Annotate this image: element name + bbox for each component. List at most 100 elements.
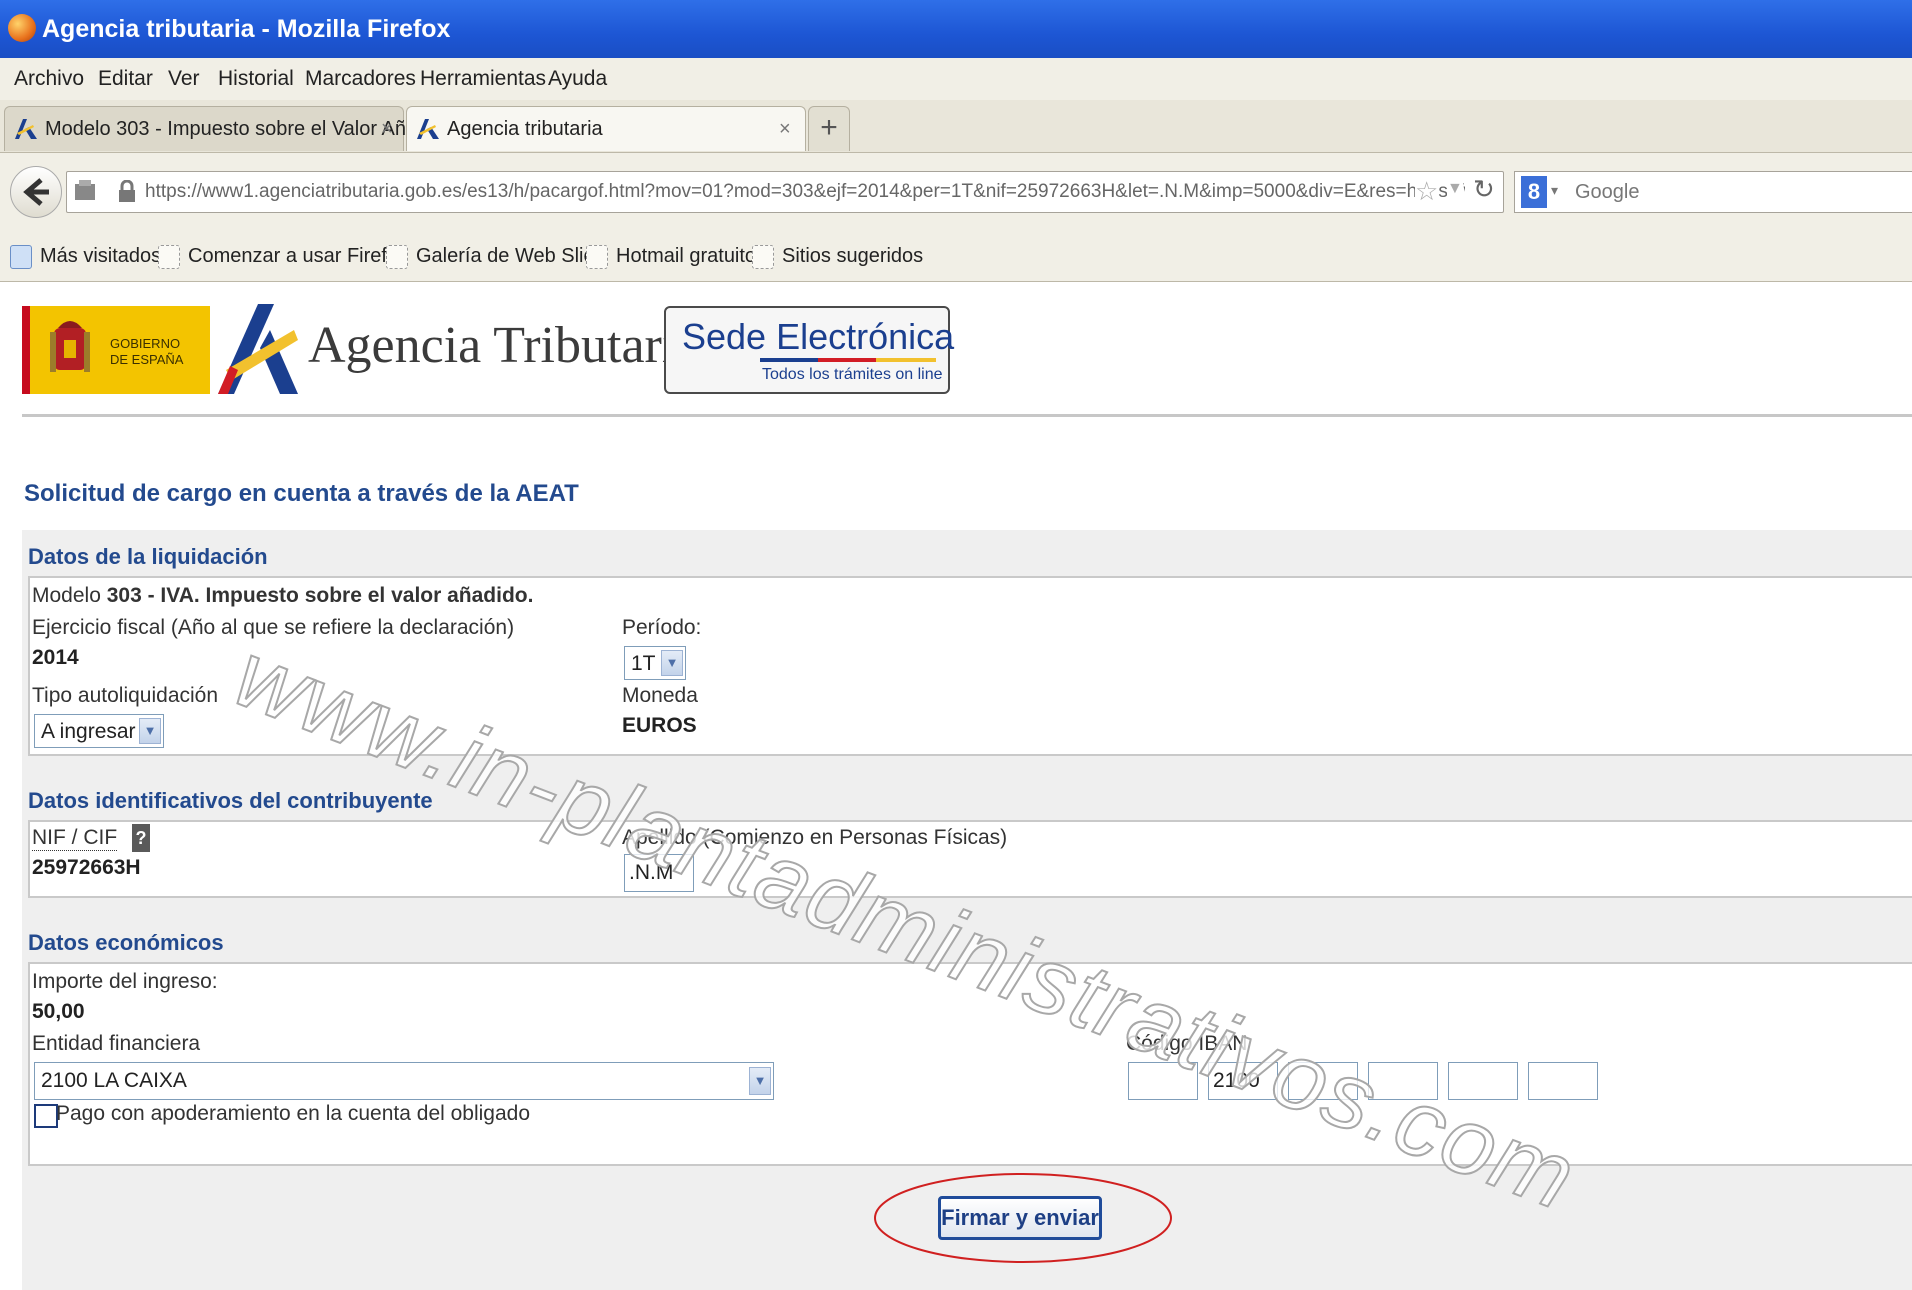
gobierno-line1: GOBIERNO <box>110 336 181 351</box>
contribuyente-panel: NIF / CIF ? 25972663H Apellido (Comienzo… <box>28 820 1912 898</box>
entidad-label: Entidad financiera <box>32 1032 201 1055</box>
tipo-label: Tipo autoliquidación <box>32 684 219 707</box>
tab-agencia-tributaria-label: Agencia tributaria <box>447 118 603 140</box>
sede-underline <box>760 358 936 362</box>
menu-historial[interactable]: Historial <box>218 58 294 100</box>
bookmark-sitios[interactable]: Sitios sugeridos <box>752 231 923 281</box>
highlight-ellipse <box>874 1173 1172 1263</box>
moneda-value: EUROS <box>622 714 697 737</box>
bookmark-folder-icon <box>386 244 408 269</box>
tab-agencia-tributaria[interactable]: Agencia tributaria × <box>406 106 806 151</box>
iban-field-5[interactable] <box>1448 1062 1518 1100</box>
entidad-select[interactable]: 2100 LA CAIXA ▼ <box>34 1062 774 1100</box>
economicos-title: Datos económicos <box>28 930 224 955</box>
liquidacion-panel: Modelo 303 - IVA. Impuesto sobre el valo… <box>28 576 1912 756</box>
search-engine-dropdown-icon[interactable]: ▾ <box>1551 182 1558 199</box>
liquidacion-title: Datos de la liquidación <box>28 544 268 569</box>
aeat-favicon-icon <box>417 119 439 139</box>
menu-ayuda[interactable]: Ayuda <box>548 58 607 100</box>
bookmark-hotmail[interactable]: Hotmail gratuito <box>586 231 756 281</box>
sede-title: Sede Electrónica <box>682 316 955 357</box>
page-icon <box>75 180 95 200</box>
nif-label: NIF / CIF <box>32 826 118 851</box>
apoderamiento-checkbox[interactable] <box>34 1104 58 1128</box>
coat-of-arms-icon <box>50 321 90 372</box>
bookmark-star-icon[interactable]: ☆ <box>1415 176 1439 207</box>
tab-modelo-303-label: Modelo 303 - Impuesto sobre el Valor Añ.… <box>45 118 423 140</box>
periodo-select[interactable]: 1T ▼ <box>624 646 686 680</box>
history-dropdown-icon[interactable]: ▼ <box>1447 180 1463 198</box>
periodo-value: 1T <box>631 652 656 675</box>
gobierno-logo: GOBIERNO DE ESPAÑA <box>22 306 210 394</box>
menu-editar[interactable]: Editar <box>98 58 153 100</box>
tab-modelo-303[interactable]: Modelo 303 - Impuesto sobre el Valor Añ.… <box>4 106 423 151</box>
modelo-line: Modelo 303 - IVA. Impuesto sobre el valo… <box>32 584 533 608</box>
iban-field-2[interactable]: 2100 <box>1208 1062 1278 1100</box>
most-visited-icon <box>10 244 32 269</box>
menu-ver[interactable]: Ver <box>168 58 200 100</box>
url-text[interactable]: https://www1.agenciatributaria.gob.es/es… <box>145 172 1465 212</box>
flag-stripe <box>22 306 30 394</box>
apellido-label: Apellido (Comienzo en Personas Físicas) <box>622 826 1008 849</box>
url-bar[interactable]: https://www1.agenciatributaria.gob.es/es… <box>66 171 1504 213</box>
navigation-bar: https://www1.agenciatributaria.gob.es/es… <box>0 153 1912 232</box>
tipo-select[interactable]: A ingresar ▼ <box>34 714 164 748</box>
chevron-down-icon: ▼ <box>661 650 683 676</box>
bookmark-mas-visitados[interactable]: Más visitados <box>10 231 161 281</box>
search-engine-icon[interactable]: 8 <box>1521 176 1547 208</box>
bookmark-folder-icon <box>586 244 608 269</box>
importe-value: 50,00 <box>32 1000 85 1023</box>
back-button[interactable] <box>10 166 62 218</box>
reload-icon[interactable]: ↻ <box>1473 174 1495 205</box>
modelo-prefix: Modelo <box>32 584 107 607</box>
sede-subtitle: Todos los trámites on line <box>762 366 943 383</box>
tab-close-icon[interactable]: × <box>381 107 393 151</box>
bookmark-comenzar[interactable]: Comenzar a usar Firef... <box>158 231 404 281</box>
tab-close-icon[interactable]: × <box>779 107 791 151</box>
window-titlebar: Agencia tributaria - Mozilla Firefox <box>0 0 1912 58</box>
header-divider <box>22 414 1912 417</box>
new-tab-button[interactable]: + <box>808 106 850 151</box>
bookmark-galeria[interactable]: Galería de Web Slice <box>386 231 605 281</box>
apellido-input[interactable]: .N.M <box>624 854 694 892</box>
iban-field-4[interactable] <box>1368 1062 1438 1100</box>
window-title: Agencia tributaria - Mozilla Firefox <box>42 15 451 43</box>
iban-field-3[interactable] <box>1288 1062 1358 1100</box>
apoderamiento-label: Pago con apoderamiento en la cuenta del … <box>56 1102 531 1125</box>
chevron-down-icon: ▼ <box>749 1067 771 1095</box>
menu-herramientas[interactable]: Herramientas <box>420 58 546 100</box>
help-icon[interactable]: ? <box>132 824 150 852</box>
tipo-value: A ingresar <box>41 720 136 743</box>
menu-archivo[interactable]: Archivo <box>14 58 84 100</box>
ejercicio-value: 2014 <box>32 646 79 669</box>
padlock-icon <box>119 180 135 202</box>
aeat-favicon-icon <box>15 119 37 139</box>
iban-label: Código IBAN <box>1126 1032 1248 1055</box>
entidad-value: 2100 LA CAIXA <box>41 1069 187 1092</box>
periodo-label: Período: <box>622 616 702 639</box>
bookmark-folder-icon <box>158 244 180 269</box>
chevron-down-icon: ▼ <box>139 718 161 744</box>
search-placeholder: Google <box>1575 181 1640 203</box>
search-box[interactable]: 8 ▾ Google <box>1514 171 1912 213</box>
page-title: Solicitud de cargo en cuenta a través de… <box>24 480 579 507</box>
sede-electronica-badge[interactable]: Sede Electrónica Todos los trámites on l… <box>664 306 954 394</box>
iban-field-6[interactable] <box>1528 1062 1598 1100</box>
modelo-value: 303 - IVA. Impuesto sobre el valor añadi… <box>106 584 534 607</box>
contribuyente-title: Datos identificativos del contribuyente <box>28 788 433 813</box>
agency-name: Agencia Tributaria <box>308 317 700 374</box>
back-arrow-icon <box>23 178 49 206</box>
economicos-panel: Importe del ingreso: 50,00 Entidad finan… <box>28 962 1912 1166</box>
nif-value: 25972663H <box>32 856 141 879</box>
bookmarks-bar: Más visitados Comenzar a usar Firef... G… <box>0 231 1912 282</box>
menu-marcadores[interactable]: Marcadores <box>305 58 416 100</box>
importe-label: Importe del ingreso: <box>32 970 218 993</box>
moneda-label: Moneda <box>622 684 698 707</box>
bookmark-folder-icon <box>752 244 774 269</box>
aeat-logo-icon <box>218 304 298 394</box>
firefox-icon <box>8 14 36 42</box>
gobierno-line2: DE ESPAÑA <box>110 352 184 367</box>
tab-bar: Modelo 303 - Impuesto sobre el Valor Añ.… <box>0 100 1912 153</box>
iban-field-1[interactable] <box>1128 1062 1198 1100</box>
menu-bar: Archivo Editar Ver Historial Marcadores … <box>0 58 1912 101</box>
